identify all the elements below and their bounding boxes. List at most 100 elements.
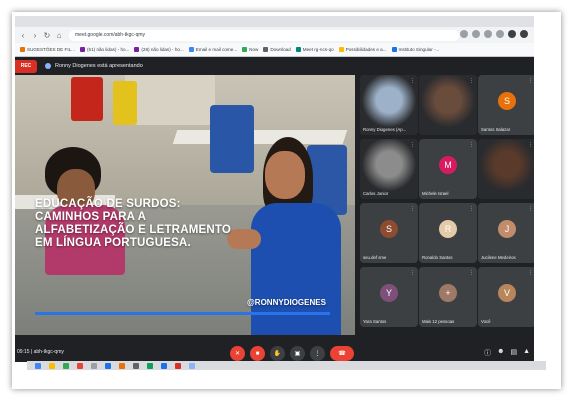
- participant-tile[interactable]: Y ⋮ Yara Santos: [360, 267, 418, 327]
- tile-options-icon[interactable]: ⋮: [410, 206, 415, 212]
- slide-handle: @RONNYDIOGENES: [247, 298, 326, 307]
- present-button[interactable]: ▣: [290, 346, 305, 361]
- hand-icon: ✋: [273, 351, 282, 357]
- zoom-icon[interactable]: [460, 30, 468, 38]
- bookmark-icon: [20, 47, 25, 52]
- slide-title-line-2: CAMINHOS PARA A: [35, 211, 147, 223]
- participant-tile[interactable]: ⋮: [419, 75, 477, 135]
- extensions-icon[interactable]: [496, 30, 504, 38]
- participant-tile[interactable]: S ⋮ seu.def sme: [360, 203, 418, 263]
- participant-avatar: +: [439, 284, 457, 303]
- meet-toolbar: 09:15 | abh-tkgc-qmy ✕ ■ ✋ ▣ ⋮ ☎ ⓘ ☻ ▤ ▲: [15, 345, 534, 362]
- participant-name: Ronny Diogenes (Ap...: [363, 127, 407, 132]
- participant-name: Você: [481, 319, 491, 324]
- participant-name: Ronaldo Santos: [422, 255, 453, 260]
- mic-off-button[interactable]: ✕: [230, 346, 245, 361]
- taskbar-app-icon[interactable]: [63, 362, 69, 369]
- bookmark-label: Possibilidades e a...: [345, 47, 387, 52]
- taskbar-app-icon[interactable]: [175, 362, 181, 369]
- participant-tile[interactable]: R ⋮ Ronaldo Santos: [419, 203, 477, 263]
- bookmark-item[interactable]: Meet rg-ncs-qo: [295, 47, 334, 52]
- leave-call-button[interactable]: ☎: [330, 346, 354, 361]
- participant-tile[interactable]: ⋮ Ronny Diogenes (Ap...: [360, 75, 418, 135]
- reload-icon[interactable]: ↻: [43, 31, 51, 40]
- hang-up-icon: ☎: [338, 351, 346, 357]
- people-icon[interactable]: ☻: [497, 348, 504, 358]
- participant-avatar: R: [439, 220, 457, 239]
- activities-icon[interactable]: ▲: [523, 348, 530, 358]
- tile-options-icon[interactable]: ⋮: [528, 206, 533, 212]
- tile-options-icon[interactable]: ⋮: [528, 142, 533, 148]
- tab-strip[interactable]: [15, 16, 534, 27]
- url-field[interactable]: meet.google.com/abh-tkgc-qmy: [69, 29, 459, 41]
- home-icon[interactable]: ⌂: [55, 31, 63, 40]
- forward-icon[interactable]: ›: [31, 31, 39, 40]
- participant-grid: ⋮ Ronny Diogenes (Ap... ⋮ S ⋮ Santos Salazar ⋮…: [360, 75, 534, 345]
- tile-options-icon[interactable]: ⋮: [528, 78, 533, 84]
- bookmarks-bar: SUGESTÕES DE FIL... (51) não lidas) - ho.…: [15, 43, 534, 57]
- share-icon[interactable]: [472, 30, 480, 38]
- tile-options-icon[interactable]: ⋮: [410, 78, 415, 84]
- taskbar-app-icon[interactable]: [189, 362, 195, 369]
- tile-options-icon[interactable]: ⋮: [469, 270, 474, 276]
- participant-tile[interactable]: ⋮ Carlos Junior: [360, 139, 418, 199]
- tile-options-icon[interactable]: ⋮: [410, 270, 415, 276]
- presenter-text: Ronny Diogenes está apresentando: [55, 63, 143, 69]
- raise-hand-button[interactable]: ✋: [270, 346, 285, 361]
- tile-options-icon[interactable]: ⋮: [469, 78, 474, 84]
- address-bar-actions: [460, 30, 528, 38]
- participant-tile[interactable]: ⋮: [478, 139, 534, 199]
- bookmark-label: Meet rg-ncs-qo: [302, 47, 334, 52]
- bookmark-item[interactable]: Possibilidades e a...: [338, 47, 387, 52]
- participant-tile[interactable]: S ⋮ Santos Salazar: [478, 75, 534, 135]
- taskbar-app-icon[interactable]: [161, 362, 167, 369]
- star-icon[interactable]: [484, 30, 492, 38]
- tile-options-icon[interactable]: ⋮: [469, 206, 474, 212]
- participant-tile[interactable]: V ⋮ Você: [478, 267, 534, 327]
- bookmark-item[interactable]: (28) não lidas) - ho...: [134, 47, 184, 52]
- bookmark-label: Email e mail come...: [195, 47, 238, 52]
- more-icon: ⋮: [314, 351, 321, 357]
- bookmark-item[interactable]: Download: [263, 47, 291, 52]
- profile-icon[interactable]: [520, 30, 528, 38]
- recording-label: REC: [20, 63, 32, 69]
- taskbar-app-icon[interactable]: [105, 362, 111, 369]
- taskbar-app-icon[interactable]: [49, 362, 55, 369]
- tile-options-icon[interactable]: ⋮: [410, 142, 415, 148]
- bookmark-icon: [263, 47, 269, 52]
- participant-avatar: V: [498, 284, 516, 303]
- bookmark-icon: [80, 47, 85, 52]
- info-icon[interactable]: ⓘ: [484, 348, 491, 358]
- taskbar-app-icon[interactable]: [119, 362, 125, 369]
- participant-tile[interactable]: M ⋮ Michele Israel: [419, 139, 477, 199]
- participant-avatar: Y: [380, 284, 398, 303]
- taskbar-app-icon[interactable]: [147, 362, 153, 369]
- taskbar-app-icon[interactable]: [77, 362, 83, 369]
- tile-options-icon[interactable]: ⋮: [469, 142, 474, 148]
- camera-off-icon: ■: [255, 350, 260, 357]
- slide-title-line-1: EDUCAÇÃO DE SURDOS:: [35, 198, 181, 210]
- side-controls: ⓘ ☻ ▤ ▲: [484, 348, 530, 358]
- taskbar-app-icon[interactable]: [35, 362, 41, 369]
- camera-off-button[interactable]: ■: [250, 346, 265, 361]
- participant-video: [478, 139, 534, 199]
- slide-title-line-3: ALFABETIZAÇÃO E LETRAMENTO: [35, 224, 232, 236]
- slide-accent-bar: [35, 312, 330, 315]
- bookmark-icon: [338, 47, 344, 52]
- participant-name: Santos Salazar: [481, 127, 511, 132]
- bookmark-item[interactable]: SUGESTÕES DE FIL...: [20, 47, 75, 52]
- more-options-button[interactable]: ⋮: [310, 346, 325, 361]
- taskbar-app-icon[interactable]: [91, 362, 97, 369]
- participant-tile[interactable]: J ⋮ Jucilene Medeiros: [478, 203, 534, 263]
- bookmark-item[interactable]: Now: [242, 47, 258, 52]
- back-icon[interactable]: ‹: [19, 31, 27, 40]
- taskbar-app-icon[interactable]: [133, 362, 139, 369]
- chat-icon[interactable]: ▤: [510, 348, 517, 358]
- sidebar-icon[interactable]: [508, 30, 516, 38]
- participant-tile[interactable]: + ⋮ Mais 12 pessoas: [419, 267, 477, 327]
- tile-options-icon[interactable]: ⋮: [528, 270, 533, 276]
- address-bar: ‹ › ↻ ⌂ meet.google.com/abh-tkgc-qmy: [15, 27, 534, 43]
- bookmark-item[interactable]: Instituto Singular -...: [391, 47, 439, 52]
- bookmark-item[interactable]: (51) não lidas) - ho...: [80, 47, 129, 52]
- bookmark-item[interactable]: Email e mail come...: [188, 47, 238, 52]
